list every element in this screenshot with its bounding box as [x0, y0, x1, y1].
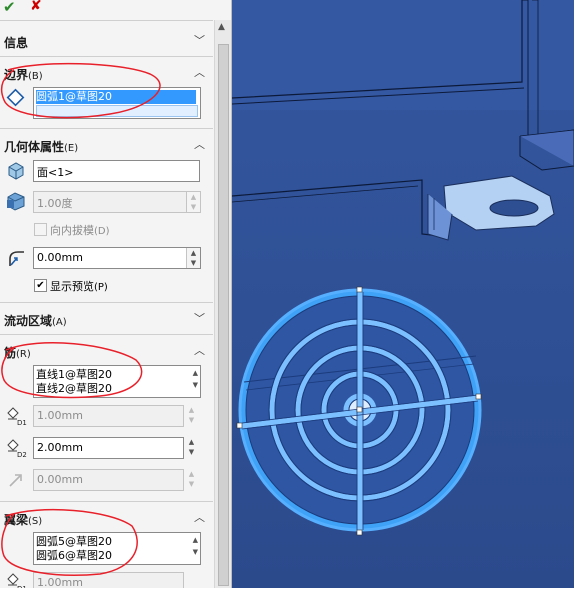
divider: [0, 302, 213, 303]
rib-thickness-stepper[interactable]: ▲ ▼: [185, 405, 198, 425]
list-scroll-arrows[interactable]: ▲ ▼: [193, 534, 198, 558]
section-geometry-title: 几何体属性(E): [4, 140, 79, 154]
offset-icon: [5, 469, 29, 491]
d1-icon: D1: [5, 405, 29, 427]
property-manager-panel: ✔ ✘ ▲ 信息 ﹀ 边界(B) ︿ 圆弧1@草图20 几何体属性(E) ︿ 面…: [0, 0, 232, 588]
draft-inward-label: 向内拔模(D): [50, 224, 110, 237]
section-spars-header[interactable]: 翼梁(S) ︿: [0, 507, 213, 529]
section-geometry-header[interactable]: 几何体属性(E) ︿: [0, 134, 213, 156]
rib-thickness-field[interactable]: 1.00mm: [33, 405, 184, 427]
divider: [0, 501, 213, 502]
section-info-header[interactable]: 信息 ﹀: [0, 30, 213, 52]
list-scroll-arrows[interactable]: ▲ ▼: [193, 367, 198, 391]
section-boundary-header[interactable]: 边界(B) ︿: [0, 62, 213, 84]
draft-icon[interactable]: [5, 190, 29, 212]
face-selection-field[interactable]: 面<1>: [33, 160, 200, 182]
list-item[interactable]: 直线1@草图20: [36, 368, 112, 381]
list-empty-slot[interactable]: [36, 105, 198, 117]
section-info-title: 信息: [4, 36, 29, 50]
show-preview-checkbox[interactable]: ✔: [34, 279, 47, 292]
draft-inward-checkbox[interactable]: [34, 223, 47, 236]
chevron-up-icon[interactable]: ︿: [194, 64, 205, 80]
svg-text:D1: D1: [17, 419, 27, 427]
section-ribs-header[interactable]: 筋(R) ︿: [0, 340, 213, 362]
boundary-icon: [5, 87, 29, 109]
scroll-up-icon[interactable]: ▲: [218, 22, 225, 32]
show-preview-label: 显示预览(P): [50, 280, 108, 293]
section-boundary-title: 边界(B): [4, 68, 43, 82]
divider: [0, 20, 213, 21]
chevron-down-icon[interactable]: ﹀: [194, 32, 205, 48]
chevron-up-icon[interactable]: ︿: [194, 509, 205, 525]
divider: [0, 56, 213, 57]
fillet-radius-field[interactable]: 0.00mm ▲ ▼: [33, 247, 201, 269]
section-ribs-title: 筋(R): [4, 346, 31, 360]
ok-cancel-toolbar: ✔ ✘: [0, 0, 215, 20]
panel-scrollbar[interactable]: ▲: [214, 20, 231, 588]
divider: [0, 334, 213, 335]
draft-angle-stepper[interactable]: ▲ ▼: [186, 192, 200, 212]
face-icon: [5, 159, 29, 181]
rib-height-field[interactable]: 2.00mm: [33, 437, 184, 459]
chevron-down-icon[interactable]: ﹀: [194, 310, 205, 326]
list-item[interactable]: 圆弧5@草图20: [36, 535, 112, 548]
boundary-listbox[interactable]: 圆弧1@草图20: [33, 87, 201, 119]
spar-thickness-field[interactable]: 1.00mm: [33, 572, 184, 588]
model-render[interactable]: [231, 0, 574, 588]
list-item[interactable]: 圆弧6@草图20: [36, 549, 112, 562]
graphics-viewport[interactable]: [231, 0, 574, 588]
spars-listbox[interactable]: 圆弧5@草图20 圆弧6@草图20 ▲ ▼: [33, 532, 201, 565]
rib-offset-stepper[interactable]: ▲ ▼: [185, 469, 198, 489]
rib-offset-field[interactable]: 0.00mm: [33, 469, 184, 491]
scroll-thumb[interactable]: [218, 44, 229, 586]
rib-height-stepper[interactable]: ▲ ▼: [185, 437, 198, 457]
section-flow-area-header[interactable]: 流动区域(A) ﹀: [0, 308, 213, 330]
section-spars-title: 翼梁(S): [4, 513, 43, 527]
divider: [0, 128, 213, 129]
ok-icon[interactable]: ✔: [3, 0, 16, 16]
fillet-radius-stepper[interactable]: ▲ ▼: [186, 248, 200, 268]
ribs-listbox[interactable]: 直线1@草图20 直线2@草图20 ▲ ▼: [33, 365, 201, 398]
cancel-icon[interactable]: ✘: [30, 0, 42, 14]
list-item[interactable]: 直线2@草图20: [36, 382, 112, 395]
section-flow-area-title: 流动区域(A): [4, 314, 67, 328]
chevron-up-icon[interactable]: ︿: [194, 136, 205, 152]
chevron-up-icon[interactable]: ︿: [194, 342, 205, 358]
spar-d1-icon: D1: [5, 571, 29, 588]
fillet-icon: [5, 247, 29, 269]
svg-text:D2: D2: [17, 451, 27, 459]
draft-angle-field[interactable]: 1.00度 ▲ ▼: [33, 191, 201, 213]
d2-icon: D2: [5, 437, 29, 459]
list-item[interactable]: 圆弧1@草图20: [36, 90, 196, 104]
